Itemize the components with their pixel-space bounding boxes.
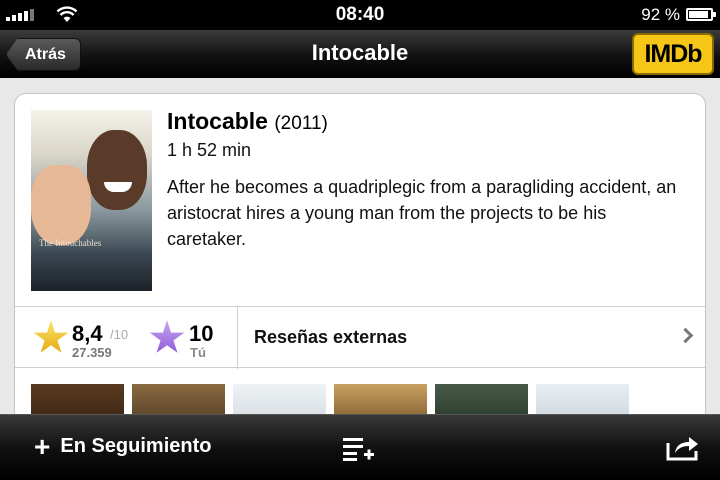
movie-card: The Intouchables Intocable (2011) 1 h 52… — [14, 93, 706, 433]
movie-title: Intocable (2011) — [167, 108, 328, 135]
poster-figure — [87, 130, 147, 210]
battery-icon — [686, 8, 716, 21]
share-icon[interactable] — [666, 433, 700, 461]
add-to-list-icon[interactable] — [343, 437, 375, 461]
chevron-right-icon — [677, 327, 694, 344]
rating-row: 8,4 /10 27.359 10 Tú Reseñas externas — [15, 306, 705, 369]
imdb-rating-value: 8,4 — [72, 321, 103, 346]
imdb-logo[interactable]: IMDb — [632, 33, 714, 75]
movie-year: (2011) — [274, 113, 328, 134]
plus-icon: + — [34, 430, 51, 462]
imdb-rating-star-icon — [33, 320, 69, 353]
battery-percentage: 92 % — [641, 5, 680, 24]
movie-title-text: Intocable — [167, 108, 268, 134]
imdb-rating-count: 27.359 — [72, 345, 112, 360]
poster-figure — [31, 165, 91, 245]
movie-runtime: 1 h 52 min — [167, 140, 252, 160]
user-rating-value[interactable]: 10 — [189, 321, 213, 347]
imdb-rating-max: /10 — [110, 327, 129, 342]
follow-label: En Seguimiento — [60, 435, 212, 457]
user-rating-star-icon[interactable] — [149, 320, 185, 353]
bottom-toolbar: + En Seguimiento — [0, 414, 720, 480]
external-reviews-button[interactable]: Reseñas externas — [237, 307, 705, 369]
movie-plot: After he becomes a quadriplegic from a p… — [167, 177, 677, 249]
movie-poster[interactable]: The Intouchables — [31, 110, 152, 291]
external-reviews-label: Reseñas externas — [254, 327, 408, 347]
battery-fill — [689, 11, 709, 18]
clock: 08:40 — [335, 4, 385, 25]
page-title: Intocable — [311, 40, 409, 65]
navigation-bar: Atrás Intocable IMDb — [0, 30, 720, 78]
poster-title: The Intouchables — [39, 238, 102, 248]
user-rating-label: Tú — [190, 345, 206, 360]
status-bar: 08:40 92 % — [0, 0, 720, 30]
follow-button[interactable]: + En Seguimiento — [34, 430, 212, 462]
